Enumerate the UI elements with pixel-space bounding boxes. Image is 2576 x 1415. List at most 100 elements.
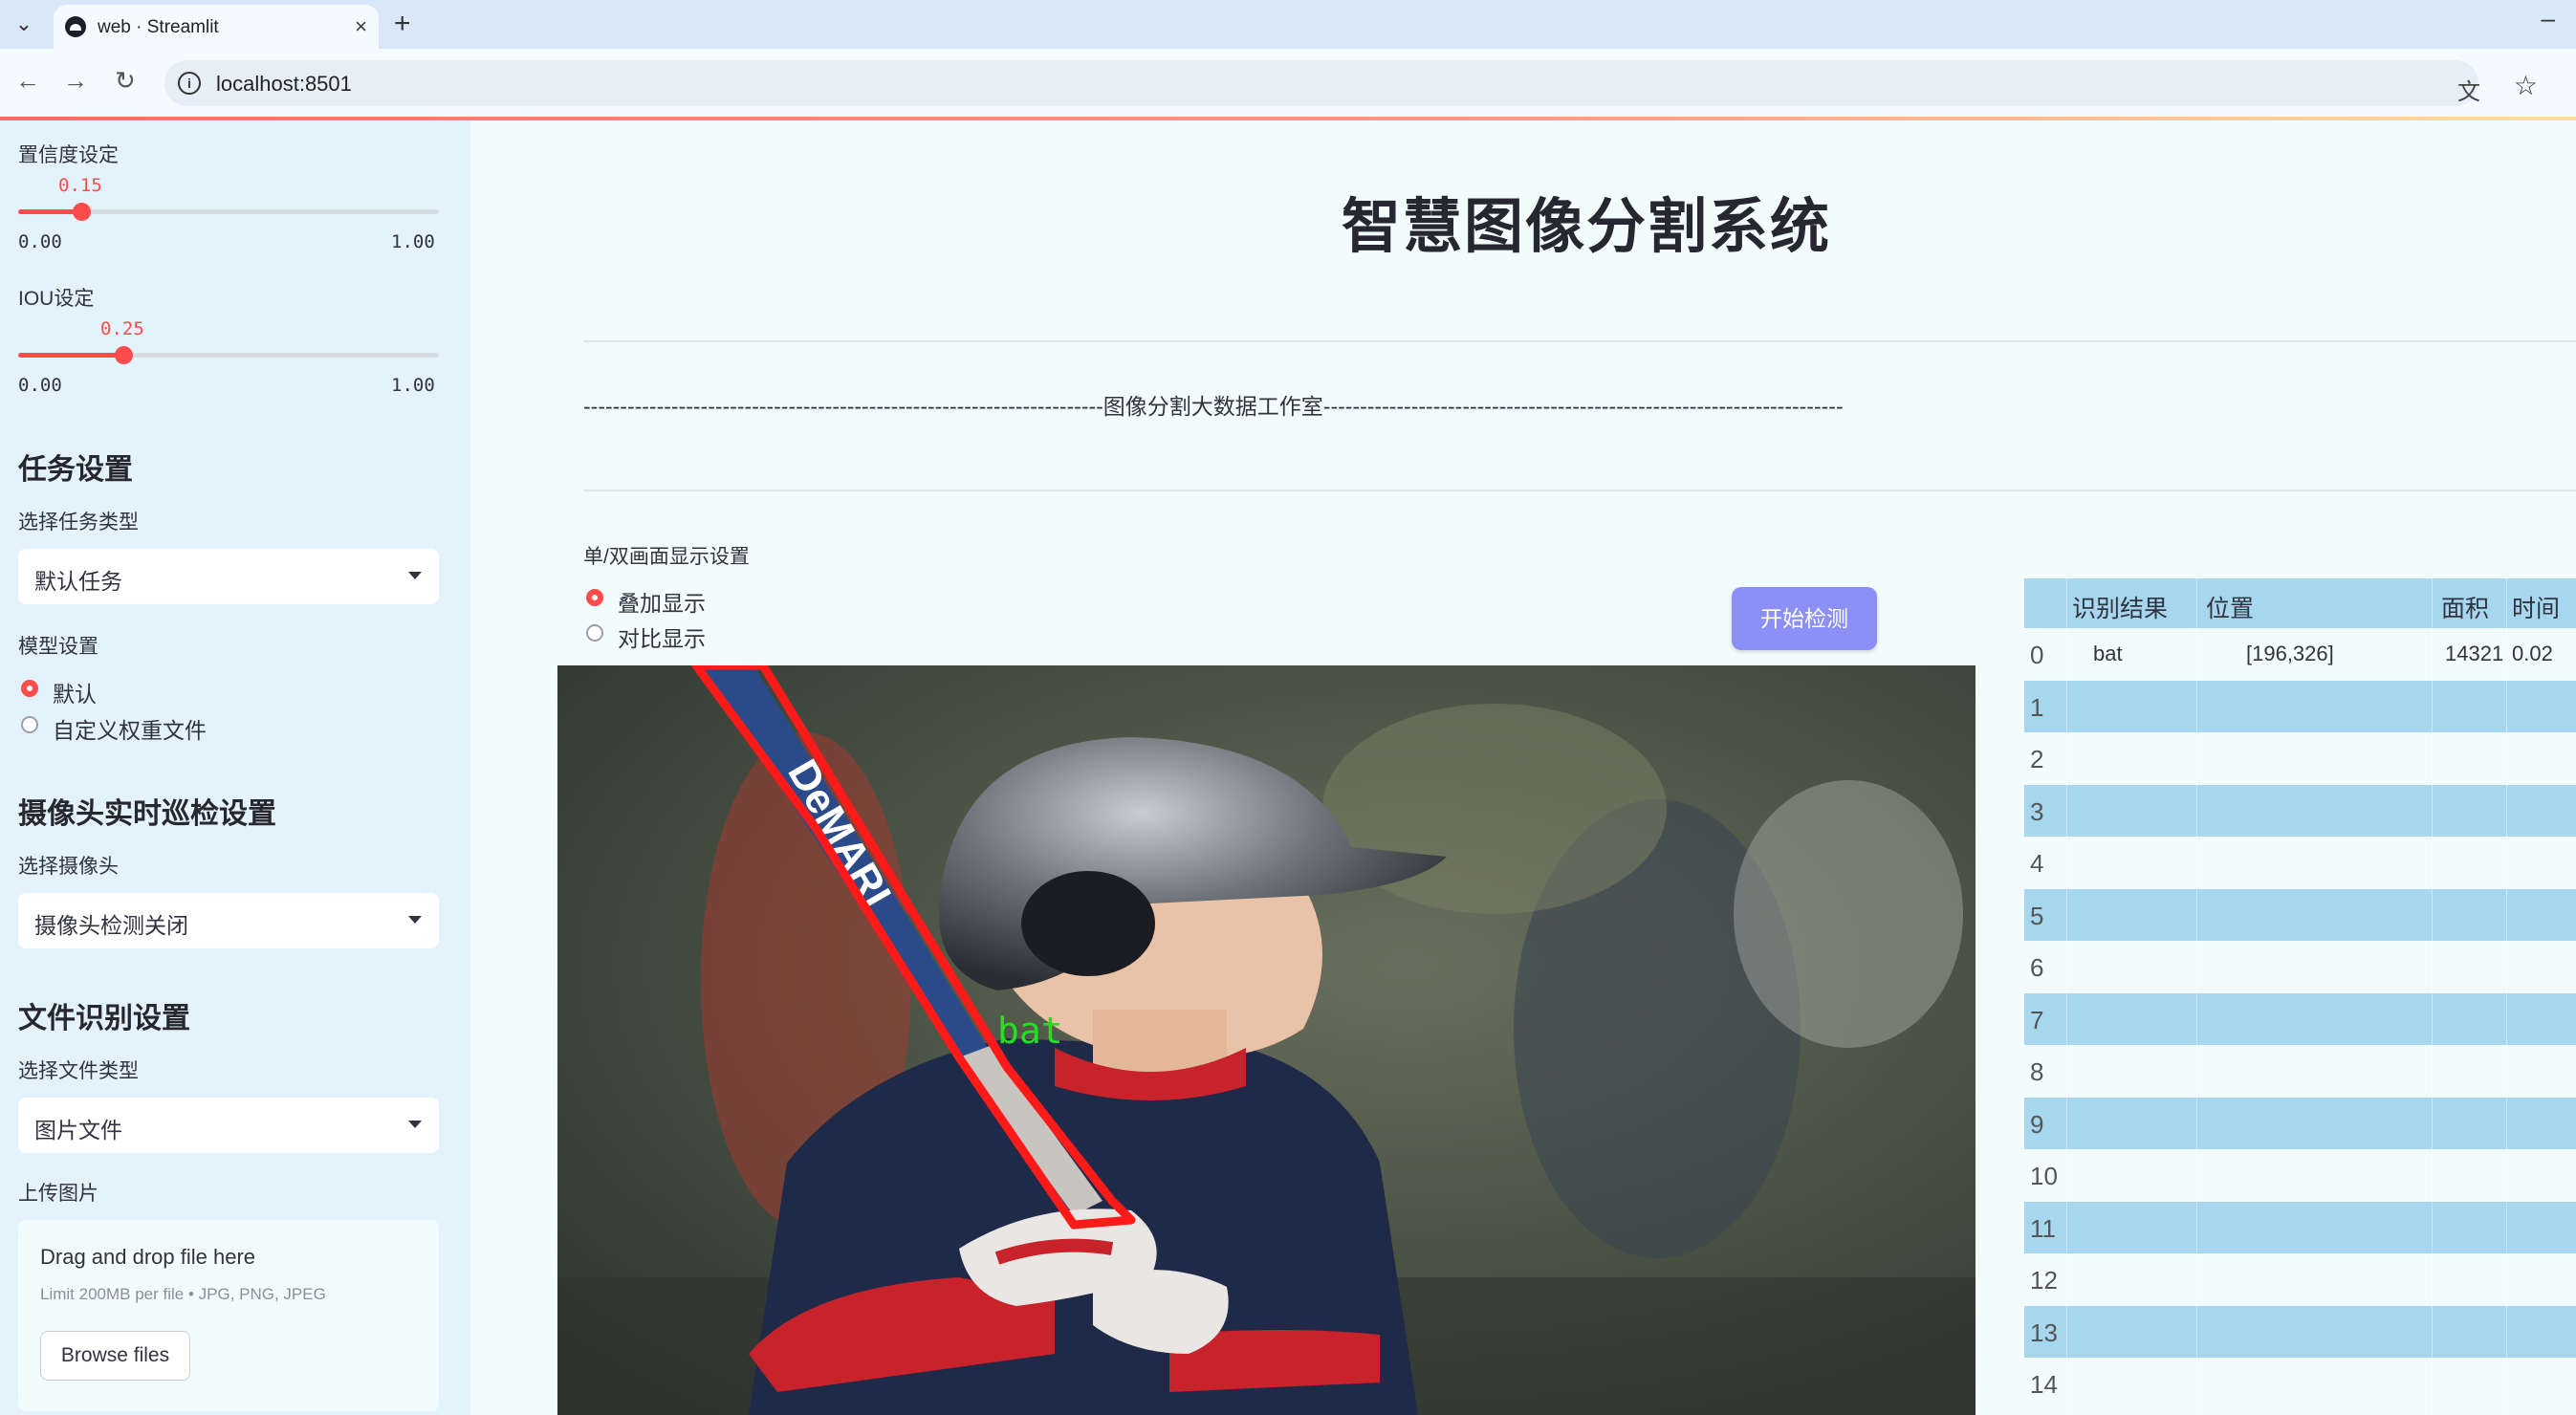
table-row[interactable]: 6 <box>2024 941 2576 993</box>
task-type-label: 选择任务类型 <box>18 512 139 533</box>
row-index: 4 <box>2030 849 2044 878</box>
table-row[interactable]: 14 <box>2024 1358 2576 1410</box>
row-index: 8 <box>2030 1057 2044 1086</box>
table-row[interactable]: 5 <box>2024 888 2576 941</box>
task-type-value: 默认任务 <box>34 569 122 594</box>
header-time: 时间 <box>2512 596 2561 622</box>
file-type-label: 选择文件类型 <box>18 1060 139 1082</box>
display-option-label: 叠加显示 <box>618 591 706 616</box>
iou-slider-fill <box>18 353 123 358</box>
task-type-select[interactable]: 默认任务 <box>18 549 439 604</box>
iou-slider[interactable] <box>18 346 439 364</box>
sidebar: 置信度设定 0.15 0.00 1.00 IOU设定 0.25 0.00 1.0… <box>0 120 470 1415</box>
divider <box>583 490 2576 491</box>
segmentation-result-image: DeMARI bat <box>557 665 1976 1415</box>
table-header: 识别结果 位置 面积 时间 <box>2024 578 2576 628</box>
result-photo: DeMARI bat <box>557 665 1976 1415</box>
column-divider <box>2196 578 2197 1415</box>
table-row[interactable]: 13 <box>2024 1305 2576 1358</box>
column-divider <box>2066 578 2067 1415</box>
confidence-slider[interactable] <box>18 203 439 221</box>
file-type-select[interactable]: 图片文件 <box>18 1098 439 1153</box>
iou-slider-thumb[interactable] <box>115 346 133 364</box>
bookmark-star-icon[interactable]: ☆ <box>2514 70 2538 101</box>
cell-position: [196,326] <box>2246 642 2334 665</box>
iou-label: IOU设定 <box>18 288 95 310</box>
radio-icon[interactable] <box>586 624 603 642</box>
cell-time: 0.02 <box>2512 642 2553 665</box>
page-title: 智慧图像分割系统 <box>1341 194 1831 260</box>
column-divider <box>2506 578 2507 1415</box>
confidence-slider-thumb[interactable] <box>73 203 91 221</box>
row-index: 13 <box>2030 1317 2058 1347</box>
model-option-label: 自定义权重文件 <box>53 718 207 743</box>
radio-icon[interactable] <box>21 716 38 733</box>
radio-icon[interactable] <box>21 680 38 697</box>
cell-result: bat <box>2093 642 2123 665</box>
display-option-label: 对比显示 <box>618 626 706 651</box>
main-content: 智慧图像分割系统 -------------------------------… <box>470 120 2576 1415</box>
table-row[interactable]: 8 <box>2024 1045 2576 1098</box>
back-icon[interactable]: ← <box>15 66 40 96</box>
table-row[interactable]: 4 <box>2024 837 2576 889</box>
row-index: 12 <box>2030 1266 2058 1295</box>
browser-tab[interactable]: web · Streamlit × <box>54 5 379 49</box>
confidence-max: 1.00 <box>391 231 435 252</box>
table-row[interactable]: 10 <box>2024 1149 2576 1202</box>
table-row[interactable]: 12 <box>2024 1253 2576 1306</box>
table-row[interactable]: 7 <box>2024 992 2576 1045</box>
chevron-down-icon <box>408 1121 422 1128</box>
radio-icon[interactable] <box>586 589 603 606</box>
studio-subtitle: ----------------------------------------… <box>583 394 1844 419</box>
camera-select-label: 选择摄像头 <box>18 856 119 878</box>
tab-close-icon[interactable]: × <box>355 14 367 39</box>
file-settings-heading: 文件识别设置 <box>18 1003 190 1034</box>
camera-settings-heading: 摄像头实时巡检设置 <box>18 798 276 830</box>
confidence-value: 0.15 <box>58 175 102 196</box>
site-info-icon[interactable]: i <box>178 72 201 95</box>
header-position: 位置 <box>2206 596 2255 622</box>
model-settings-label: 模型设置 <box>18 636 98 658</box>
table-row[interactable]: 11 <box>2024 1201 2576 1253</box>
translate-icon[interactable]: 文 <box>2457 73 2480 106</box>
table-row[interactable]: 1 <box>2024 680 2576 732</box>
row-index: 14 <box>2030 1370 2058 1399</box>
url-text[interactable]: localhost:8501 <box>216 72 352 97</box>
tab-title: web · Streamlit <box>98 17 219 37</box>
dropzone-title: Drag and drop file here <box>40 1245 256 1269</box>
chevron-down-icon <box>408 572 422 579</box>
camera-select-value: 摄像头检测关闭 <box>34 913 188 938</box>
table-row[interactable]: 3 <box>2024 784 2576 837</box>
confidence-label: 置信度设定 <box>18 144 119 166</box>
table-row[interactable]: 9 <box>2024 1097 2576 1149</box>
new-tab-icon[interactable]: + <box>394 8 411 40</box>
cell-area: 14321 <box>2445 642 2504 665</box>
row-index: 11 <box>2030 1213 2056 1243</box>
header-result: 识别结果 <box>2072 596 2169 622</box>
file-type-value: 图片文件 <box>34 1118 122 1143</box>
camera-select[interactable]: 摄像头检测关闭 <box>18 893 439 948</box>
browse-files-button[interactable]: Browse files <box>40 1331 190 1381</box>
start-detection-button[interactable]: 开始检测 <box>1732 587 1877 650</box>
confidence-min: 0.00 <box>18 231 62 252</box>
row-index: 10 <box>2030 1162 2058 1190</box>
detection-label: bat <box>997 1010 1063 1052</box>
browser-tab-strip: ⌄ web · Streamlit × + – <box>0 0 2576 49</box>
tab-search-icon[interactable]: ⌄ <box>10 11 38 36</box>
row-index: 9 <box>2030 1109 2044 1139</box>
file-dropzone[interactable]: Drag and drop file here Limit 200MB per … <box>18 1220 439 1411</box>
results-table[interactable]: 识别结果 位置 面积 时间 0 bat [196,326] 14321 0.02 1 2 3 4… <box>2024 578 2576 1415</box>
table-row[interactable]: 0 bat [196,326] 14321 0.02 <box>2024 628 2576 681</box>
dropzone-hint: Limit 200MB per file • JPG, PNG, JPEG <box>40 1285 326 1303</box>
iou-value: 0.25 <box>100 318 144 339</box>
address-bar-row: ← → ↻ i localhost:8501 文 ☆ <box>0 49 2576 117</box>
row-index: 7 <box>2030 1005 2044 1034</box>
window-minimize-icon[interactable]: – <box>2542 4 2555 33</box>
row-index: 1 <box>2030 692 2044 722</box>
reload-icon[interactable]: ↻ <box>115 66 136 96</box>
table-row[interactable]: 2 <box>2024 732 2576 785</box>
forward-icon[interactable]: → <box>63 66 88 96</box>
address-bar[interactable]: i localhost:8501 <box>164 60 2478 106</box>
task-settings-heading: 任务设置 <box>18 454 133 486</box>
row-index: 2 <box>2030 745 2044 773</box>
